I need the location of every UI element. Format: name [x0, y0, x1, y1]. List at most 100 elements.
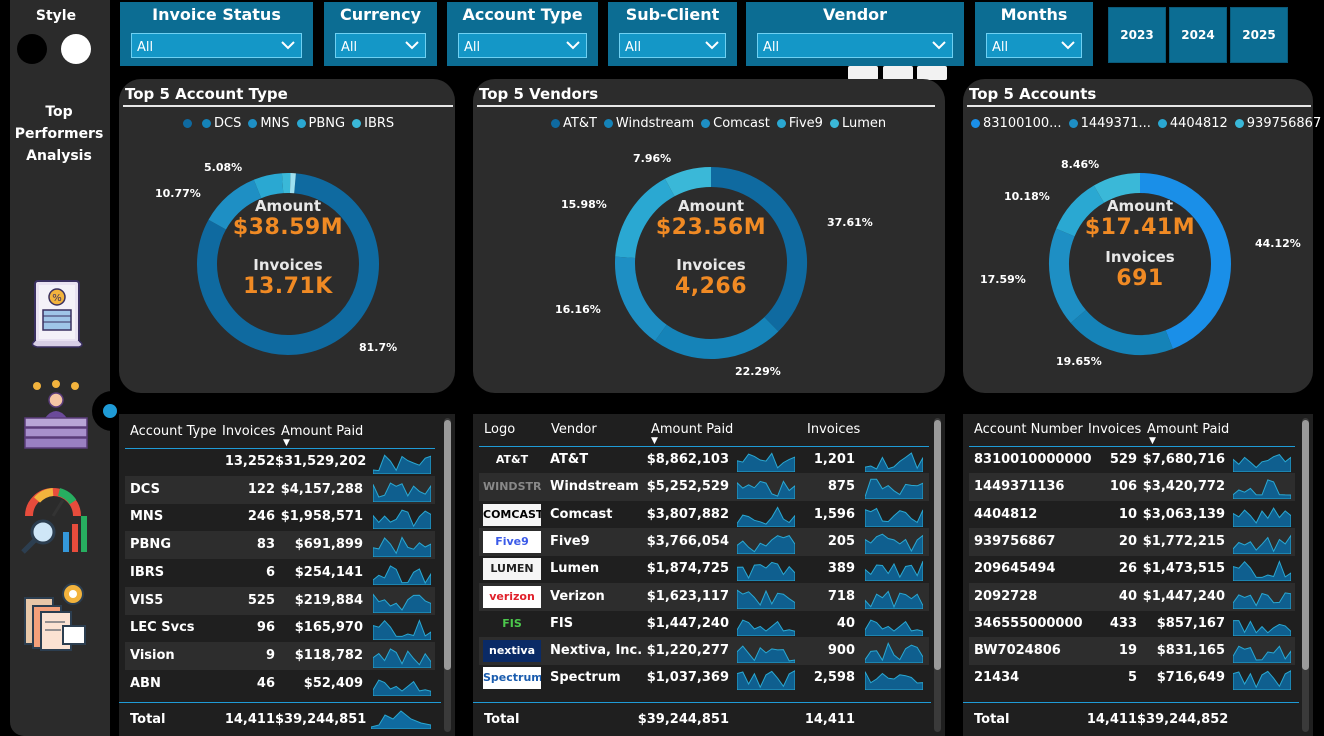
sub-client-dropdown[interactable]: All	[619, 33, 726, 58]
table-row[interactable]: IBRS 6 $254,141	[125, 559, 435, 587]
table-row[interactable]: ABN 46 $52,409	[125, 670, 435, 698]
vendor-logo: COMCAST	[483, 503, 541, 526]
column-header[interactable]: Amount Paid	[281, 424, 363, 439]
donut-slice[interactable]	[1093, 173, 1141, 203]
table-row[interactable]: 4404812 10 $3,063,139	[969, 501, 1295, 529]
table-row[interactable]: MNS 246 $1,958,571	[125, 503, 435, 531]
vendor-dropdown[interactable]: All	[757, 33, 953, 58]
legend-item[interactable]: Lumen	[829, 116, 886, 131]
table-row[interactable]: AT&T AT&T $8,862,103 1,201	[479, 446, 929, 474]
sparkline	[1233, 670, 1291, 691]
focus-mode-icon[interactable]	[883, 66, 913, 80]
svg-text:%: %	[52, 293, 62, 304]
currency-slicer[interactable]: Currency All	[324, 2, 437, 66]
vendor-slicer[interactable]: Vendor All	[746, 2, 964, 66]
donut-slice[interactable]	[664, 167, 712, 197]
column-header[interactable]: Invoices	[807, 422, 860, 437]
table-row[interactable]: Spectrum Spectrum $1,037,369 2,598	[479, 664, 929, 692]
filter-icon[interactable]	[848, 66, 878, 80]
vendor-logo: WINDSTREAM	[483, 480, 541, 494]
column-header[interactable]: Amount Paid	[651, 422, 733, 437]
vertical-scrollbar[interactable]	[934, 418, 941, 732]
legend-item[interactable]: PBNG	[296, 116, 345, 131]
sparkline	[1233, 506, 1291, 527]
vendor-logo: AT&T	[495, 453, 529, 466]
column-header[interactable]: Invoices	[1088, 422, 1141, 437]
reports-settings-icon[interactable]	[15, 578, 97, 654]
table-row[interactable]: LEC Svcs 96 $165,970	[125, 614, 435, 642]
table-row[interactable]: 1449371136 106 $3,420,772	[969, 473, 1295, 502]
months-slicer[interactable]: Months All	[975, 2, 1093, 66]
top-performers-podium-icon[interactable]	[15, 378, 97, 454]
sort-desc-icon[interactable]: ▼	[283, 438, 290, 448]
column-header[interactable]: Account Number	[974, 422, 1083, 437]
table-row[interactable]: LUMEN Lumen $1,874,725 389	[479, 555, 929, 583]
table-row[interactable]: DCS 122 $4,157,288	[125, 475, 435, 504]
donut-slice[interactable]	[253, 173, 284, 199]
column-header[interactable]: Vendor	[551, 422, 597, 437]
table-row[interactable]: 2092728 40 $1,447,240	[969, 582, 1295, 611]
table-row[interactable]: Vision 9 $118,782	[125, 641, 435, 670]
table-row[interactable]: FIS FIS $1,447,240 40	[479, 610, 929, 638]
chevron-down-icon	[281, 41, 295, 50]
legend-item[interactable]: MNS	[248, 116, 290, 131]
vendor-logo: Five9	[483, 530, 541, 553]
table-row[interactable]: 21434 5 $716,649	[969, 664, 1295, 692]
legend-item[interactable]: AT&T	[551, 116, 597, 131]
table-row[interactable]: 939756867 20 $1,772,215	[969, 527, 1295, 556]
table-row[interactable]: 346555000000 433 $857,167	[969, 610, 1295, 638]
sub-client-slicer[interactable]: Sub-Client All	[608, 2, 737, 66]
analytics-gauge-icon[interactable]	[15, 482, 97, 558]
table-row[interactable]: 13,252 $31,529,202	[125, 448, 435, 476]
accounts-table: Account Number Invoices Amount Paid ▼ 83…	[963, 414, 1313, 736]
legend-item[interactable]: 939756867	[1234, 116, 1321, 131]
more-options-icon[interactable]	[917, 66, 947, 80]
year-button-2024[interactable]: 2024	[1169, 7, 1227, 63]
sort-desc-icon[interactable]: ▼	[651, 436, 658, 446]
table-row[interactable]: BW7024806 19 $831,165	[969, 637, 1295, 666]
invoice-document-icon[interactable]: %	[15, 275, 97, 351]
sparkline	[371, 710, 431, 729]
legend-item[interactable]	[183, 119, 195, 128]
legend-item[interactable]: DCS	[202, 116, 241, 131]
column-header[interactable]: Logo	[484, 422, 515, 437]
legend-item[interactable]: 83100100...	[971, 116, 1062, 131]
account-type-dropdown[interactable]: All	[458, 33, 587, 58]
table-row[interactable]: PBNG 83 $691,899	[125, 531, 435, 560]
table-row[interactable]: WINDSTREAMWindstream$5,252,529875	[479, 473, 929, 502]
column-header[interactable]: Invoices	[222, 424, 275, 439]
table-row[interactable]: nextiva Nextiva, Inc. $1,220,277 900	[479, 637, 929, 666]
table-total-row: Total $39,244,851 14,411	[473, 702, 931, 736]
currency-dropdown[interactable]: All	[335, 33, 426, 58]
legend-item[interactable]: 1449371...	[1068, 116, 1151, 131]
account-type-slicer[interactable]: Account Type All	[447, 2, 598, 66]
vertical-scrollbar[interactable]	[444, 418, 451, 732]
table-row[interactable]: 209645494 26 $1,473,515	[969, 555, 1295, 583]
dark-theme-toggle[interactable]	[17, 34, 47, 64]
legend-item[interactable]: 4404812	[1157, 116, 1228, 131]
invoice-status-slicer[interactable]: Invoice Status All	[120, 2, 313, 66]
table-row[interactable]: Five9 Five9 $3,766,054 205	[479, 527, 929, 556]
light-theme-toggle[interactable]	[61, 34, 91, 64]
table-row[interactable]: VIS5 525 $219,884	[125, 586, 435, 615]
legend-item[interactable]: IBRS	[352, 116, 394, 131]
months-dropdown[interactable]: All	[986, 33, 1082, 58]
vertical-scrollbar[interactable]	[1302, 418, 1309, 732]
sparkline	[737, 505, 795, 527]
table-row[interactable]: COMCAST Comcast $3,807,882 1,596	[479, 501, 929, 529]
year-button-2023[interactable]: 2023	[1108, 7, 1166, 63]
vendor-logo: Spectrum	[483, 667, 541, 690]
legend-item[interactable]: Windstream	[603, 116, 694, 131]
legend-item[interactable]: Comcast	[701, 116, 770, 131]
invoice-status-dropdown[interactable]: All	[131, 33, 302, 58]
table-row[interactable]: 8310010000000 529 $7,680,716	[969, 446, 1295, 474]
legend-item[interactable]: Five9	[776, 116, 823, 131]
column-header[interactable]: Amount Paid	[1147, 422, 1229, 437]
column-header[interactable]: Account Type	[130, 424, 216, 439]
donut-slice[interactable]	[1070, 309, 1173, 355]
table-row[interactable]: verizon Verizon $1,623,117 718	[479, 582, 929, 611]
donut-data-label: 8.46%	[1061, 158, 1100, 171]
donut-slice[interactable]	[655, 316, 779, 359]
year-button-2025[interactable]: 2025	[1230, 7, 1288, 63]
sort-desc-icon[interactable]: ▼	[1149, 436, 1156, 446]
